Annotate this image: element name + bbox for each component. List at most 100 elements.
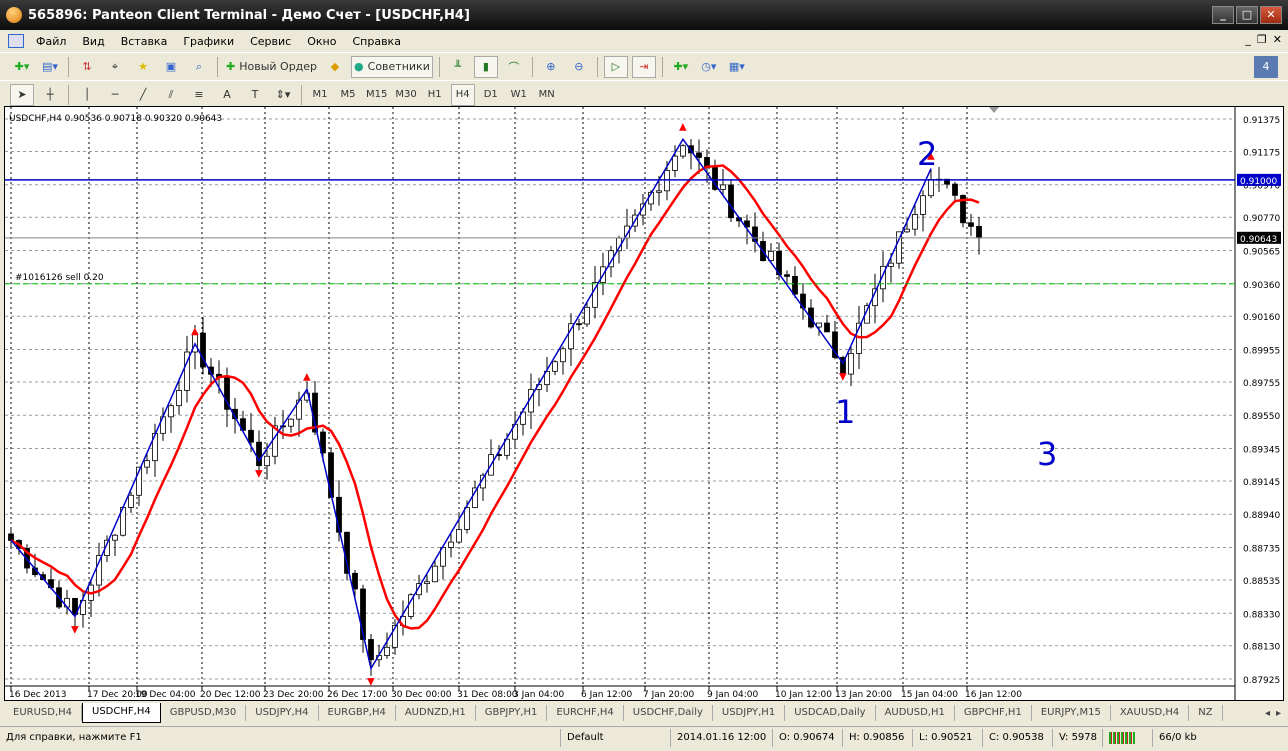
time-tick-label: 6 Jan 12:00 [581,690,633,700]
chart-tab[interactable]: USDJPY,H1 [713,705,786,721]
zoom-out-button[interactable]: ⊖ [567,56,591,78]
mdi-restore-button[interactable]: ❐ [1257,33,1267,46]
timeframe-h4[interactable]: H4 [450,83,475,106]
favorites-button[interactable]: ★ [131,56,155,78]
chart-window-icon[interactable] [8,34,24,48]
vertical-line-tool[interactable]: │ [75,84,99,106]
chart-tab[interactable]: USDCHF,Daily [624,705,713,721]
candle-body [656,190,662,193]
market-watch-button[interactable]: ⇅ [75,56,99,78]
order-label: #1016126 sell 0.20 [15,273,104,283]
candle-body [352,572,358,590]
candle-body [248,429,254,443]
templates-button[interactable]: ▦▾ [725,56,749,78]
chart-tab[interactable]: GBPCHF,H1 [955,705,1032,721]
candle-body [384,646,390,656]
chart-tab[interactable]: EURCHF,H4 [547,705,624,721]
fractal-down-icon: ▼ [367,676,375,687]
chart-tab[interactable]: AUDNZD,H1 [396,705,476,721]
menu-window[interactable]: Окно [299,35,344,48]
new-chart-button[interactable]: ✚▾ [10,56,34,78]
chart-tab[interactable]: XAUUSD,H4 [1111,705,1190,721]
text-tool[interactable]: A [215,84,239,106]
tab-scroll-right[interactable]: ▸ [1273,708,1284,719]
chart-tab[interactable]: EURJPY,M15 [1032,705,1111,721]
crosshair-navigator-button[interactable]: ⌖ [103,56,127,78]
price-chart[interactable]: 0.913750.911750.909700.907700.905650.903… [5,107,1283,700]
profiles-button[interactable]: ▤▾ [38,56,62,78]
time-tick-label: 16 Dec 2013 [9,690,67,700]
chart-tab[interactable]: USDJPY,H4 [246,705,319,721]
timeframe-d1[interactable]: D1 [479,84,503,106]
price-tick-label: 0.89345 [1243,446,1280,456]
chart-tab[interactable]: GBPUSD,M30 [161,705,247,721]
timeframe-m1[interactable]: M1 [308,84,332,106]
alert-icon[interactable]: ◆ [323,56,347,78]
periods-button[interactable]: ◷▾ [697,56,721,78]
timeframe-m30[interactable]: M30 [393,84,418,106]
chart-tab[interactable]: GBPJPY,H1 [476,705,548,721]
chart-tab[interactable]: USDCHF,H4 [82,703,161,723]
candle-body [728,184,734,219]
price-tick-label: 0.90160 [1243,313,1280,323]
candle-chart-button[interactable]: ▮ [473,55,498,78]
line-chart-button[interactable]: ⌒ [502,56,526,78]
time-tick-label: 16 Jan 12:00 [965,690,1022,700]
menu-charts[interactable]: Графики [175,35,242,48]
candle-body [976,226,982,239]
menu-view[interactable]: Вид [74,35,112,48]
help-text: Для справки, нажмите F1 [6,731,142,743]
bar-volume: V: 5978 [1052,728,1102,747]
bar-chart-button[interactable]: ╨ [446,56,470,78]
timeframe-w1[interactable]: W1 [507,84,531,106]
experts-button[interactable]: ● Советники [351,55,433,78]
trendline-tool[interactable]: ╱ [131,84,155,106]
menu-insert[interactable]: Вставка [113,35,176,48]
connection-icon [1102,728,1152,747]
price-tick-label: 0.89755 [1243,379,1280,389]
tester-button[interactable]: ⌕ [187,56,211,78]
wave-label-2: 2 [917,135,937,173]
text-label-tool[interactable]: T [243,84,267,106]
close-button[interactable]: ✕ [1260,6,1282,24]
timeframe-m15[interactable]: M15 [364,84,389,106]
indicators-button[interactable]: ✚▾ [669,56,693,78]
terminal-button[interactable]: ▣ [159,56,183,78]
autoscroll-button[interactable]: ▷ [603,55,628,78]
zoom-in-button[interactable]: ⊕ [539,56,563,78]
maximize-button[interactable]: □ [1236,6,1258,24]
chart-shift-button[interactable]: ⇥ [631,55,656,78]
menu-file[interactable]: Файл [28,35,74,48]
mdi-close-button[interactable]: ✕ [1273,33,1282,46]
horizontal-line-tool[interactable]: ─ [103,84,127,106]
tab-scroll-left[interactable]: ◂ [1262,708,1273,719]
timeframe-mn[interactable]: MN [535,84,559,106]
fibonacci-tool[interactable]: ≡ [187,84,211,106]
chat-button[interactable]: 4 [1254,55,1278,78]
candle-body [456,529,462,543]
chart-tab[interactable]: EURUSD,H4 [4,705,83,721]
candle-body [264,455,270,467]
bar-high: H: 0.90856 [842,728,912,747]
crosshair-tool[interactable]: ┼ [38,84,62,106]
candle-body [968,222,974,227]
chart-tab[interactable]: USDCAD,Daily [785,705,876,721]
equidistant-channel-tool[interactable]: ⫽ [159,84,183,106]
chart-tab[interactable]: AUDUSD,H1 [876,705,955,721]
menu-tools[interactable]: Сервис [242,35,299,48]
candle-body [464,507,470,530]
timeframe-h1[interactable]: H1 [423,84,447,106]
chart-tab[interactable]: NZ [1189,705,1223,721]
timeframe-m5[interactable]: M5 [336,84,360,106]
mdi-minimize-button[interactable]: _ [1245,33,1251,46]
bar-time: 2014.01.16 12:00 [670,728,772,747]
candle-body [920,195,926,215]
candle-body [424,581,430,584]
new-order-button[interactable]: ✚ Новый Ордер [224,56,319,78]
arrows-tool[interactable]: ⇕▾ [271,84,295,106]
chart-tab[interactable]: EURGBP,H4 [319,705,396,721]
menu-help[interactable]: Справка [344,35,408,48]
chart-window[interactable]: 0.91375 0.91175 0.90970 0.90770 0.90565 0.903… [4,106,1284,701]
cursor-tool[interactable]: ➤ [10,83,34,106]
minimize-button[interactable]: _ [1212,6,1234,24]
